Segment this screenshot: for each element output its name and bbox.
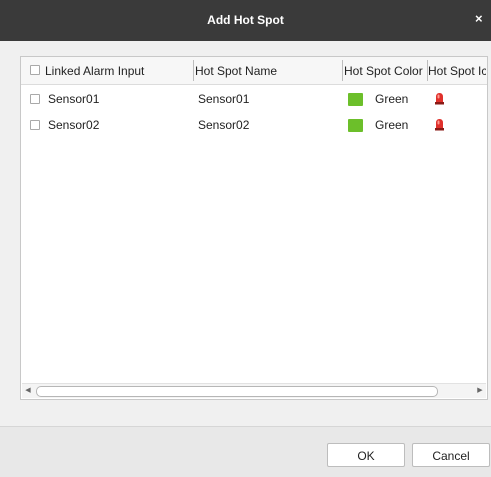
column-header-hot-spot-color[interactable]: Hot Spot Color xyxy=(344,63,426,79)
close-icon[interactable]: × xyxy=(475,11,489,27)
scrollbar-thumb[interactable] xyxy=(36,386,438,397)
dialog-footer: OK Cancel xyxy=(0,426,491,477)
alarm-light-icon[interactable] xyxy=(434,92,445,105)
horizontal-scrollbar[interactable]: ◀ ▶ xyxy=(22,383,486,398)
color-swatch[interactable] xyxy=(348,119,363,132)
scroll-right-arrow-icon[interactable]: ▶ xyxy=(474,384,486,398)
hot-spot-color-cell[interactable]: Green xyxy=(375,117,408,133)
column-divider[interactable] xyxy=(193,60,194,81)
title-bar: Add Hot Spot × xyxy=(0,0,491,41)
linked-alarm-input-cell: Sensor01 xyxy=(48,92,100,106)
row-checkbox[interactable] xyxy=(30,120,40,130)
column-header-hot-spot-name[interactable]: Hot Spot Name xyxy=(195,63,335,79)
hot-spot-color-cell[interactable]: Green xyxy=(375,91,408,107)
linked-alarm-input-cell: Sensor02 xyxy=(48,118,100,132)
table-header: Linked Alarm Input Hot Spot Name Hot Spo… xyxy=(21,57,487,85)
hot-spot-table: Linked Alarm Input Hot Spot Name Hot Spo… xyxy=(20,56,488,400)
column-header-hot-spot-icon[interactable]: Hot Spot Ic xyxy=(428,63,486,79)
select-all-checkbox[interactable] xyxy=(30,65,40,75)
row-checkbox[interactable] xyxy=(30,94,40,104)
table-row[interactable]: Sensor02 Sensor02 Green xyxy=(21,112,487,138)
cancel-button[interactable]: Cancel xyxy=(412,443,490,467)
color-swatch[interactable] xyxy=(348,93,363,106)
column-divider[interactable] xyxy=(342,60,343,81)
hot-spot-name-cell: Sensor02 xyxy=(198,118,250,132)
scroll-left-arrow-icon[interactable]: ◀ xyxy=(22,384,34,398)
table-row[interactable]: Sensor01 Sensor01 Green xyxy=(21,86,487,112)
dialog-title: Add Hot Spot xyxy=(207,13,284,27)
column-header-linked-alarm-input[interactable]: Linked Alarm Input xyxy=(45,63,190,79)
ok-button[interactable]: OK xyxy=(327,443,405,467)
hot-spot-name-cell: Sensor01 xyxy=(198,92,250,106)
add-hot-spot-dialog: Add Hot Spot × Linked Alarm Input Hot Sp… xyxy=(0,0,491,477)
alarm-light-icon[interactable] xyxy=(434,118,445,131)
